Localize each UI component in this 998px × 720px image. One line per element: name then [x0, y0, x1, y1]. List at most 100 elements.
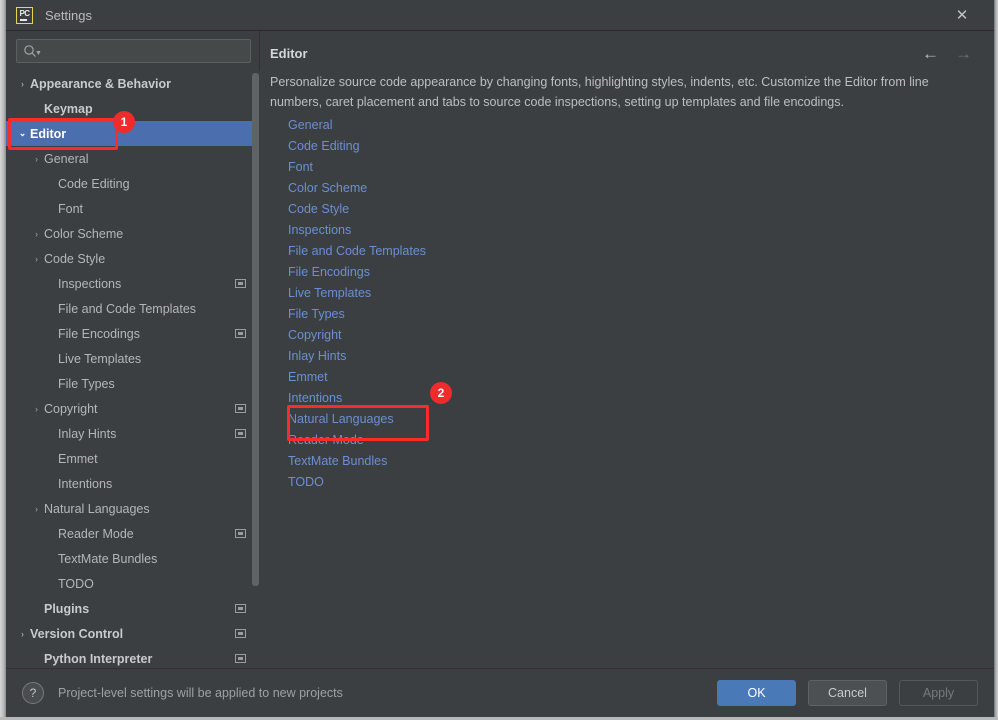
sidebar-item-inspections[interactable]: Inspections [6, 271, 260, 296]
main-header: Editor ← → [260, 41, 994, 65]
settings-link-color-scheme[interactable]: Color Scheme [288, 178, 367, 199]
sidebar-item-inlay-hints[interactable]: Inlay Hints [6, 421, 260, 446]
ok-button[interactable]: OK [717, 680, 796, 706]
close-icon[interactable]: ✕ [940, 0, 984, 30]
chevron-right-icon[interactable]: › [30, 504, 43, 514]
chevron-right-icon[interactable]: › [30, 154, 43, 164]
nav-arrows: ← → [922, 45, 972, 62]
sidebar-item-font[interactable]: Font [6, 196, 260, 221]
forward-arrow-icon[interactable]: → [955, 45, 972, 62]
settings-link-todo[interactable]: TODO [288, 472, 324, 493]
sidebar-item-appearance-behavior[interactable]: › Appearance & Behavior [6, 71, 260, 96]
sidebar-item-label: Reader Mode [58, 526, 134, 541]
sidebar-item-file-and-code-templates[interactable]: File and Code Templates [6, 296, 260, 321]
back-arrow-icon[interactable]: ← [922, 45, 939, 62]
sidebar-item-version-control[interactable]: › Version Control [6, 621, 260, 646]
sidebar-item-label: Code Editing [58, 176, 130, 191]
settings-link-code-style[interactable]: Code Style [288, 199, 349, 220]
settings-link-natural-languages[interactable]: Natural Languages [288, 409, 394, 430]
settings-link-inlay-hints[interactable]: Inlay Hints [288, 346, 346, 367]
settings-link-file-encodings[interactable]: File Encodings [288, 262, 370, 283]
sidebar-scrollbar-track[interactable] [252, 71, 260, 668]
sidebar-item-textmate-bundles[interactable]: TextMate Bundles [6, 546, 260, 571]
footer-buttons: OK Cancel Apply [717, 680, 978, 706]
sidebar-item-emmet[interactable]: Emmet [6, 446, 260, 471]
settings-link-reader-mode[interactable]: Reader Mode [288, 430, 364, 451]
sidebar-item-copyright[interactable]: › Copyright [6, 396, 260, 421]
sidebar-item-label: File Encodings [58, 326, 140, 341]
sidebar-item-label: Inlay Hints [58, 426, 117, 441]
settings-link-inspections[interactable]: Inspections [288, 220, 351, 241]
search-dropdown-icon[interactable]: ▼ [35, 50, 42, 57]
sidebar-item-label: Inspections [58, 276, 122, 291]
cancel-button[interactable]: Cancel [808, 680, 887, 706]
sidebar-item-python-interpreter[interactable]: Python Interpreter [6, 646, 260, 668]
sidebar-item-label: File Types [58, 376, 115, 391]
settings-link-general[interactable]: General [288, 115, 332, 136]
window-edge-right [994, 0, 998, 720]
sidebar-item-plugins[interactable]: Plugins [6, 596, 260, 621]
sidebar-item-reader-mode[interactable]: Reader Mode [6, 521, 260, 546]
project-scope-icon [235, 429, 246, 438]
sidebar-item-color-scheme[interactable]: › Color Scheme [6, 221, 260, 246]
sidebar-item-code-style[interactable]: › Code Style [6, 246, 260, 271]
settings-link-textmate-bundles[interactable]: TextMate Bundles [288, 451, 387, 472]
sidebar-item-label: Editor [30, 126, 67, 141]
sidebar-item-label: TODO [58, 576, 94, 591]
sidebar-item-general[interactable]: › General [6, 146, 260, 171]
sidebar-item-natural-languages[interactable]: › Natural Languages [6, 496, 260, 521]
sidebar-item-label: File and Code Templates [58, 301, 197, 316]
settings-main-panel: Editor ← → Personalize source code appea… [260, 31, 994, 668]
project-scope-icon [235, 329, 246, 338]
chevron-down-icon[interactable]: ⌄ [16, 128, 29, 139]
settings-link-file-and-code-templates[interactable]: File and Code Templates [288, 241, 426, 262]
project-scope-icon [235, 529, 246, 538]
sidebar-item-label: Color Scheme [44, 226, 124, 241]
sidebar-item-label: Intentions [58, 476, 113, 491]
sidebar-item-label: Live Templates [58, 351, 142, 366]
dialog-body: ▼ › Appearance & Behavior Keymap ⌄ Editor › Ge… [6, 31, 994, 668]
sidebar-item-keymap[interactable]: Keymap [6, 96, 260, 121]
footer-status-text: Project-level settings will be applied t… [58, 686, 343, 700]
sidebar-item-label: Natural Languages [44, 501, 150, 516]
chevron-right-icon[interactable]: › [16, 629, 29, 639]
settings-link-copyright[interactable]: Copyright [288, 325, 342, 346]
sidebar-item-file-types[interactable]: File Types [6, 371, 260, 396]
sidebar-item-label: Emmet [58, 451, 98, 466]
sidebar-item-intentions[interactable]: Intentions [6, 471, 260, 496]
settings-link-intentions[interactable]: Intentions [288, 388, 342, 409]
sidebar-item-live-templates[interactable]: Live Templates [6, 346, 260, 371]
project-scope-icon [235, 629, 246, 638]
settings-link-code-editing[interactable]: Code Editing [288, 136, 360, 157]
sidebar-item-editor[interactable]: ⌄ Editor [6, 121, 260, 146]
chevron-right-icon[interactable]: › [30, 404, 43, 414]
sidebar-item-label: Plugins [44, 601, 90, 616]
sidebar-item-label: Version Control [30, 626, 124, 641]
help-icon[interactable]: ? [22, 682, 44, 704]
sidebar-item-code-editing[interactable]: Code Editing [6, 171, 260, 196]
apply-button[interactable]: Apply [899, 680, 978, 706]
chevron-right-icon[interactable]: › [16, 79, 29, 89]
chevron-right-icon[interactable]: › [30, 254, 43, 264]
settings-link-font[interactable]: Font [288, 157, 313, 178]
settings-dialog: PC Settings ✕ ▼ › Appearance & Behavior Ke… [0, 0, 998, 720]
sidebar-item-file-encodings[interactable]: File Encodings [6, 321, 260, 346]
search-input[interactable] [44, 41, 250, 61]
sidebar-scrollbar-thumb[interactable] [252, 73, 259, 586]
settings-link-live-templates[interactable]: Live Templates [288, 283, 371, 304]
project-scope-icon [235, 604, 246, 613]
sidebar-item-label: Python Interpreter [44, 651, 153, 666]
title-bar: PC Settings ✕ [6, 0, 994, 31]
project-scope-icon [235, 404, 246, 413]
settings-link-emmet[interactable]: Emmet [288, 367, 328, 388]
sidebar-item-label: Font [58, 201, 84, 216]
chevron-right-icon[interactable]: › [30, 229, 43, 239]
pycharm-icon: PC [16, 6, 33, 24]
sidebar-item-label: Appearance & Behavior [30, 76, 172, 91]
settings-tree[interactable]: › Appearance & Behavior Keymap ⌄ Editor › Gene… [6, 71, 260, 668]
sidebar-item-label: General [44, 151, 89, 166]
sidebar-item-todo[interactable]: TODO [6, 571, 260, 596]
window-title: Settings [45, 7, 92, 23]
settings-link-file-types[interactable]: File Types [288, 304, 345, 325]
search-box[interactable]: ▼ [16, 39, 251, 63]
